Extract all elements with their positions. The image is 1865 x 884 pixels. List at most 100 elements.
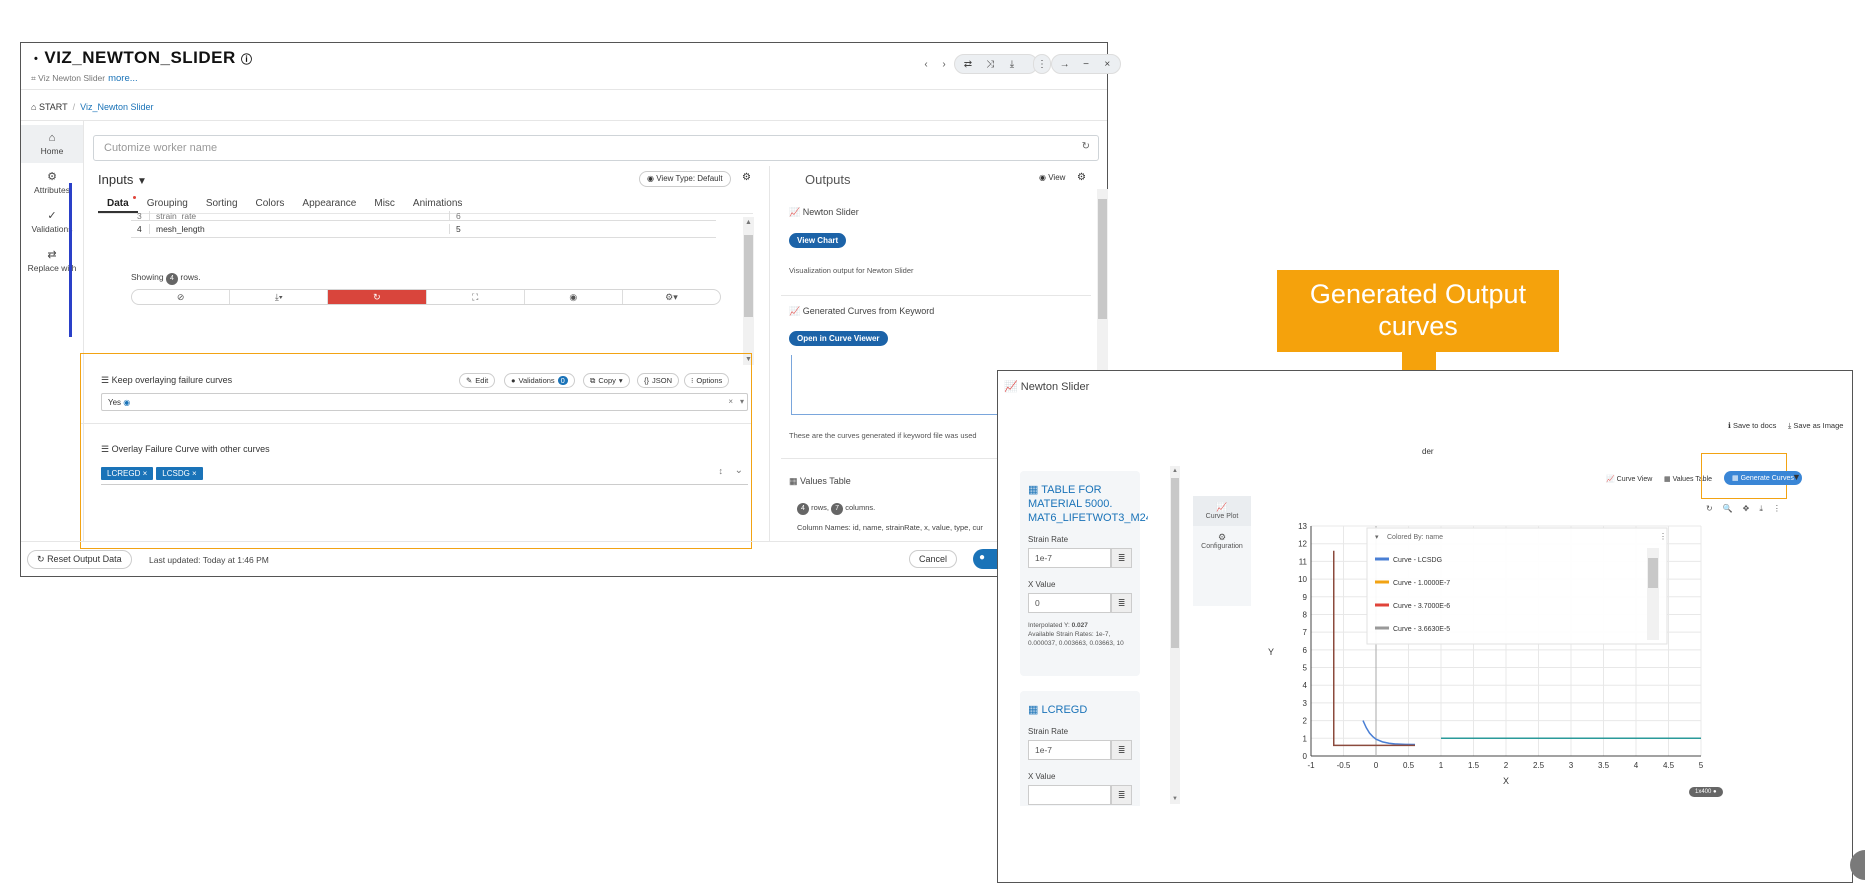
refresh-icon[interactable]: ⇄ bbox=[958, 59, 978, 70]
view-chart-button[interactable]: View Chart bbox=[789, 233, 847, 248]
overlay-label: ☰ Overlay Failure Curve with other curve… bbox=[101, 444, 270, 455]
list-icon[interactable]: ≣ bbox=[1111, 593, 1132, 613]
tab-curve-plot[interactable]: 📈 Curve Plot bbox=[1193, 496, 1251, 526]
validations-count: 0 bbox=[557, 376, 568, 385]
prev-arrow-icon[interactable]: ‹ bbox=[918, 55, 934, 73]
more-link[interactable]: more... bbox=[108, 73, 138, 84]
close-icon[interactable]: ● bbox=[1713, 789, 1717, 795]
x-value-input[interactable] bbox=[1028, 785, 1112, 805]
y-tick-label: 12 bbox=[1298, 540, 1307, 549]
download-icon[interactable]: ⤓ bbox=[1002, 59, 1022, 70]
inputs-scrollbar[interactable]: ▲ ▼ bbox=[743, 217, 754, 365]
clear-icon[interactable]: × bbox=[728, 397, 733, 406]
inputs-header[interactable]: Inputs ▼ bbox=[98, 172, 147, 187]
cancel-button[interactable]: Cancel bbox=[909, 550, 958, 568]
info-icon[interactable]: ⓘ bbox=[241, 54, 253, 66]
forward-icon[interactable]: → bbox=[1055, 59, 1074, 70]
y-tick-label: 2 bbox=[1303, 717, 1308, 726]
nav-home[interactable]: ⌂ Home bbox=[21, 125, 83, 163]
filter-icon[interactable]: ▼ bbox=[1792, 472, 1801, 482]
radio-icon: ◉ bbox=[123, 398, 131, 407]
tables-scrollbar[interactable]: ▲ ▼ bbox=[1170, 466, 1180, 804]
worker-name-input[interactable]: Cutomize worker name ↻ bbox=[93, 135, 1099, 161]
refresh-icon[interactable]: ↻ bbox=[1082, 141, 1090, 152]
chart-icon: 📈 bbox=[789, 207, 801, 217]
zoom-icon[interactable]: 🔍 bbox=[1723, 504, 1733, 514]
refresh-button[interactable]: ↻ bbox=[328, 290, 427, 304]
nav-validations[interactable]: ✓ Validations bbox=[21, 202, 83, 241]
close-icon[interactable]: × bbox=[1098, 59, 1117, 70]
view-type-button[interactable]: ◉ View Type: Default bbox=[639, 171, 731, 187]
generate-curves-button[interactable]: ▦ Generate Curves bbox=[1724, 471, 1802, 485]
row-name: strain_rate bbox=[149, 211, 449, 220]
options-label: Options bbox=[696, 376, 723, 385]
eye-icon[interactable]: ◉ bbox=[525, 290, 623, 304]
row-name: mesh_length bbox=[149, 224, 449, 234]
chip-lcsdg[interactable]: LCSDG × bbox=[156, 467, 203, 480]
interp-value: 0.027 bbox=[1071, 622, 1088, 629]
x-value-input[interactable]: 0 bbox=[1028, 593, 1112, 613]
output-curves-title: 📈 Generated Curves from Keyword bbox=[789, 306, 934, 317]
x-tick-label: 4.5 bbox=[1663, 761, 1675, 770]
strain-rate-input[interactable]: 1e-7 bbox=[1028, 740, 1112, 760]
reset-label: Reset Output Data bbox=[47, 554, 122, 564]
strain-rate-input[interactable]: 1e-7 bbox=[1028, 548, 1112, 568]
interp-label: Interpolated Y: bbox=[1028, 622, 1070, 629]
minimize-icon[interactable]: − bbox=[1076, 59, 1095, 70]
table-row[interactable]: 3 strain_rate 6 bbox=[131, 211, 716, 221]
open-curve-viewer-button[interactable]: Open in Curve Viewer bbox=[789, 331, 888, 346]
gear-icon: ⚙ bbox=[1217, 532, 1227, 542]
worker-window: • VIZ_NEWTON_SLIDER ⓘ ⌗ Viz Newton Slider… bbox=[20, 42, 1121, 577]
nav-label: Home bbox=[40, 146, 64, 156]
save-to-docs-button[interactable]: ℹ Save to docs bbox=[1728, 421, 1776, 430]
chevron-down-icon[interactable]: ▾ bbox=[740, 397, 744, 406]
settings-icon[interactable]: ⚙ bbox=[1077, 172, 1086, 183]
x-tick-label: 1.5 bbox=[1468, 761, 1480, 770]
select-value: Yes bbox=[108, 398, 122, 407]
list-icon[interactable]: ≣ bbox=[1111, 785, 1132, 805]
table-row[interactable]: 4 mesh_length 5 bbox=[131, 221, 716, 238]
table-toolbar: ⊘ ⤓▾ ↻ ⛶ ◉ ⚙▾ bbox=[131, 289, 721, 305]
copy-button[interactable]: ⧉ Copy ▾ bbox=[583, 373, 630, 388]
save-as-image-button[interactable]: ⤓ Save as Image bbox=[1788, 421, 1843, 431]
breadcrumb-root[interactable]: START bbox=[39, 102, 68, 112]
legend-scroll-thumb bbox=[1648, 558, 1658, 588]
worker-name-placeholder: Cutomize worker name bbox=[104, 142, 218, 154]
nav-attributes[interactable]: ⚙ Attributes bbox=[21, 163, 83, 202]
pan-icon[interactable]: ✥ bbox=[1743, 504, 1750, 514]
fullscreen-icon[interactable]: ⛶ bbox=[427, 290, 525, 304]
validations-button[interactable]: ● Validations 0 bbox=[504, 373, 575, 388]
settings-dropdown[interactable]: ⚙▾ bbox=[623, 290, 720, 304]
chevron-down-icon[interactable]: ⌄ bbox=[735, 465, 743, 476]
chip-lcregd[interactable]: LCREGD × bbox=[101, 467, 154, 480]
home-icon: ⌂ bbox=[31, 102, 37, 112]
kebab-icon[interactable]: ⋮ bbox=[1773, 504, 1781, 514]
outputs-view-button[interactable]: ◉ View bbox=[1039, 173, 1065, 182]
overlay-select[interactable]: LCREGD × LCSDG × ↕ ⌄ bbox=[101, 463, 748, 485]
reset-output-button[interactable]: ↻ Reset Output Data bbox=[27, 550, 132, 569]
list-icon[interactable]: ≣ bbox=[1111, 740, 1132, 760]
expand-icon[interactable]: ↕ bbox=[719, 466, 724, 476]
link-icon[interactable]: ⊘ bbox=[132, 290, 231, 304]
download-icon[interactable]: ⤓▾ bbox=[230, 290, 329, 304]
download-icon[interactable]: ⤓ bbox=[1759, 504, 1763, 514]
list-icon: ☰ bbox=[101, 444, 110, 454]
x-tick-label: 2 bbox=[1504, 761, 1509, 770]
list-icon[interactable]: ≣ bbox=[1111, 548, 1132, 568]
next-arrow-icon[interactable]: › bbox=[936, 55, 952, 73]
curve-chart[interactable]: -1 -0.5 0 0.5 1 1.5 2 2.5 3 3.5 4 4.5 50123456789101… bbox=[1263, 516, 1723, 796]
keep-overlaying-select[interactable]: Yes ◉ × ▾ bbox=[101, 393, 748, 411]
validations-label: Validations bbox=[518, 376, 555, 385]
nav-replace[interactable]: ⇄ Replace with bbox=[21, 241, 83, 280]
table1-name-text: TABLE FOR MATERIAL 5000. MAT6_LIFETWOT3_… bbox=[1028, 484, 1148, 524]
json-button[interactable]: {} JSON bbox=[637, 373, 680, 388]
settings-icon[interactable]: ⚙ bbox=[742, 172, 751, 183]
tab-configuration[interactable]: ⚙ Configuration bbox=[1193, 526, 1251, 556]
curve-view-button[interactable]: 📈 Curve View bbox=[1606, 475, 1652, 483]
breadcrumb-current[interactable]: Viz_Newton Slider bbox=[80, 102, 153, 112]
more-menu[interactable]: ⋮ bbox=[1033, 54, 1051, 74]
shuffle-icon[interactable]: ⤨ bbox=[980, 59, 1000, 70]
options-button[interactable]: ⁝ Options bbox=[684, 373, 730, 388]
reset-icon[interactable]: ↻ bbox=[1706, 504, 1713, 514]
edit-button[interactable]: ✎ Edit bbox=[459, 373, 496, 388]
